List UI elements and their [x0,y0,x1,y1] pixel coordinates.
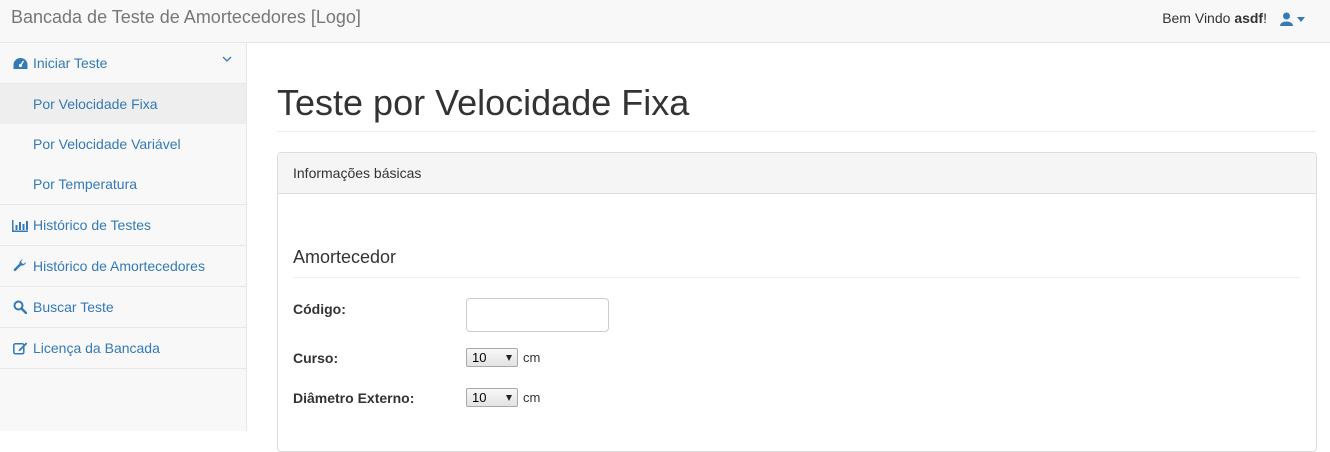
user-icon [1280,12,1293,26]
sidebar-subitem-velocidade-variavel[interactable]: Por Velocidade Variável [0,124,246,164]
sidebar-item-buscar-teste[interactable]: Buscar Teste [0,287,246,328]
panel-heading: Informações básicas [278,153,1316,194]
bar-chart-icon [12,217,28,233]
diametro-label: Diâmetro Externo: [293,390,415,406]
caret-down-icon [506,395,512,401]
welcome-message: Bem Vindo asdf! [1162,10,1267,26]
caret-down-icon [506,355,512,361]
chevron-down-icon [222,56,232,62]
user-menu-toggle[interactable] [1280,9,1320,29]
sidebar-subitem-velocidade-fixa[interactable]: Por Velocidade Fixa [0,84,246,124]
sidebar-item-historico-amortecedores[interactable]: Histórico de Amortecedores [0,246,246,287]
diametro-select[interactable]: 10 [466,388,518,407]
sidebar-item-label: Licença da Bancada [33,340,160,356]
search-icon [12,299,28,315]
welcome-prefix: Bem Vindo [1162,10,1235,26]
wrench-icon [12,258,28,274]
codigo-field[interactable] [466,298,609,332]
basic-info-panel: Informações básicas Amortecedor Código: … [277,152,1317,452]
diametro-select-value: 10 [472,390,487,405]
codigo-label: Código: [293,301,346,317]
sidebar-submenu: Por Velocidade Fixa Por Velocidade Variá… [0,84,246,205]
top-navbar: Bancada de Teste de Amortecedores [Logo]… [0,0,1330,43]
welcome-suffix: ! [1263,10,1267,26]
dashboard-icon [12,55,28,71]
sidebar-item-iniciar-teste[interactable]: Iniciar Teste [0,43,246,84]
section-title: Amortecedor [293,247,397,267]
curso-select[interactable]: 10 [466,348,518,367]
title-divider [277,131,1316,132]
edit-icon [12,340,28,356]
sidebar-item-label: Iniciar Teste [33,55,108,71]
username: asdf [1234,10,1264,26]
sidebar-item-label: Buscar Teste [33,299,114,315]
sidebar-item-historico-testes[interactable]: Histórico de Testes [0,205,246,246]
section-divider [293,277,1300,278]
curso-select-value: 10 [472,350,487,365]
curso-unit: cm [523,350,541,365]
sidebar-item-label: Histórico de Testes [33,217,152,233]
sidebar-subitem-temperatura[interactable]: Por Temperatura [0,164,246,204]
diametro-unit: cm [523,390,541,405]
sidebar: Iniciar Teste Por Velocidade Fixa Por Ve… [0,43,247,431]
brand-logo[interactable]: Bancada de Teste de Amortecedores [Logo] [11,7,361,28]
curso-label: Curso: [293,350,339,366]
caret-down-icon [1297,16,1305,22]
page-title: Teste por Velocidade Fixa [277,82,690,123]
sidebar-item-label: Histórico de Amortecedores [33,258,205,274]
sidebar-item-licenca[interactable]: Licença da Bancada [0,328,246,369]
